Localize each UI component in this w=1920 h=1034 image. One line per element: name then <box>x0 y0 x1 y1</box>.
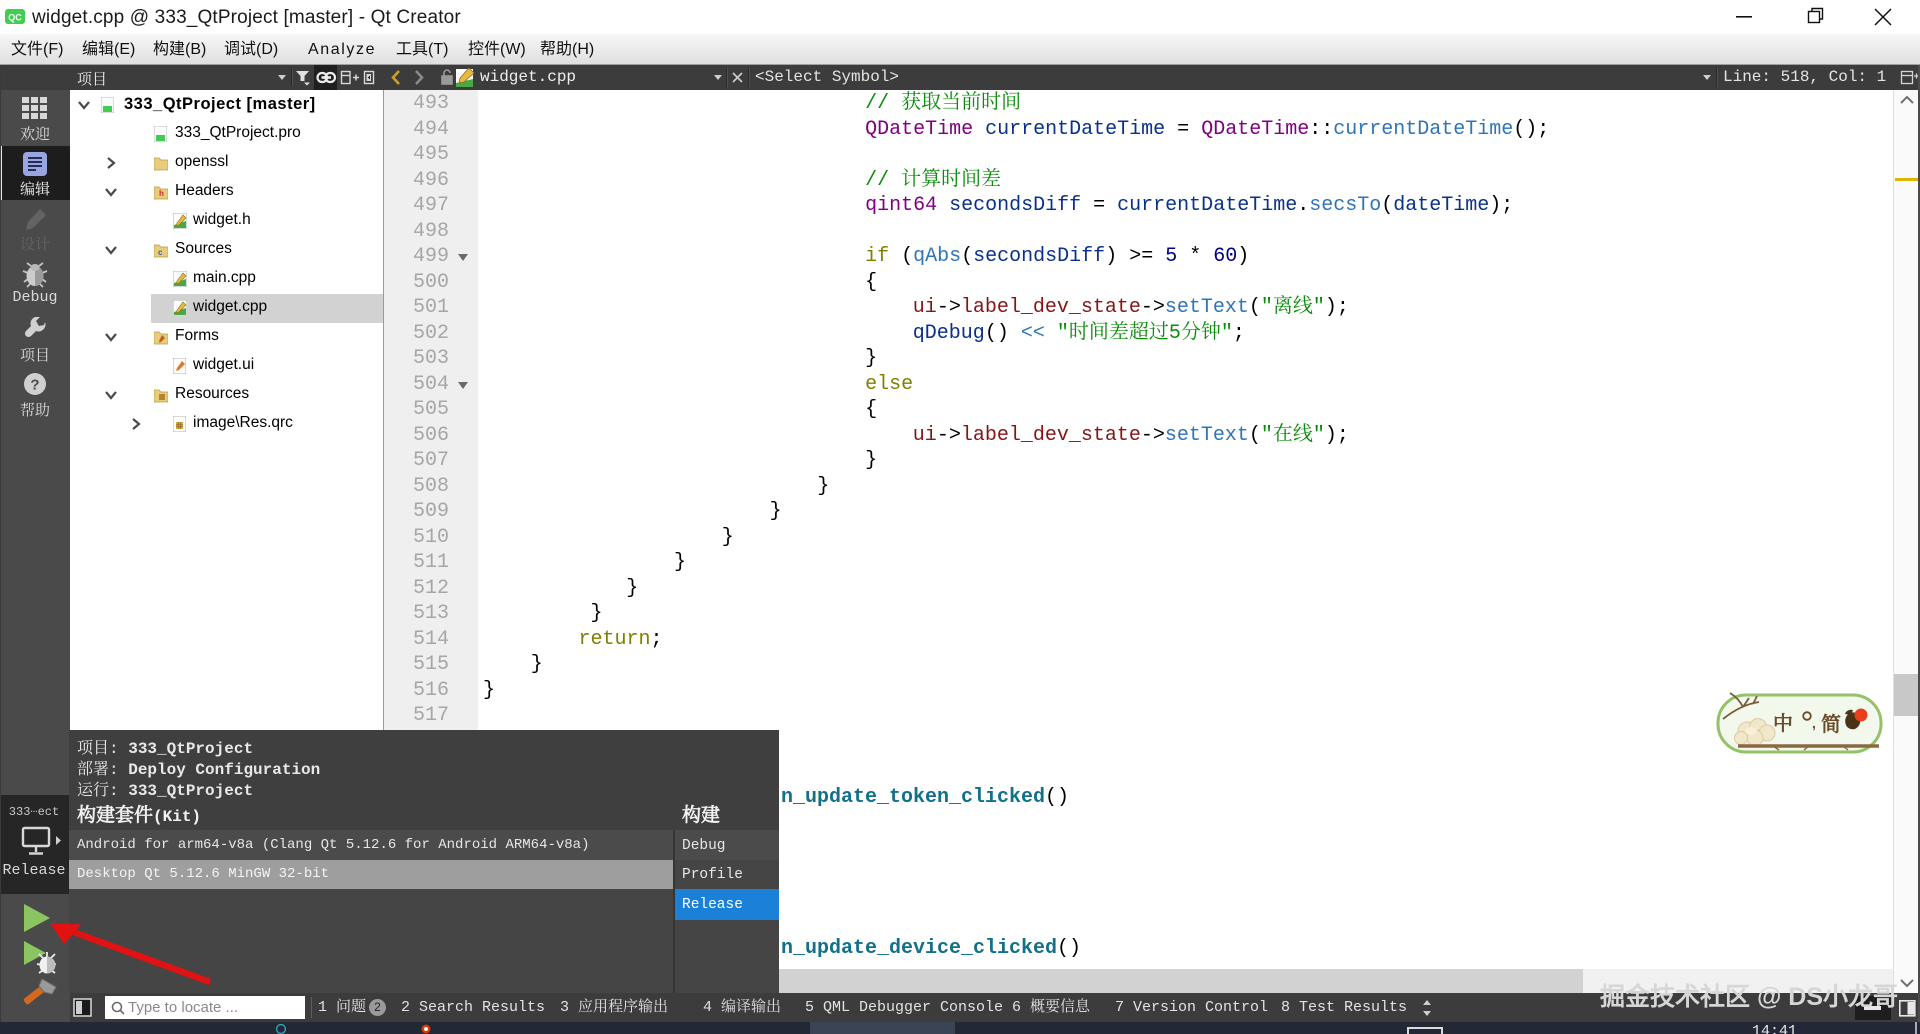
svg-text:简: 简 <box>1821 708 1841 737</box>
svg-text:c: c <box>158 248 163 257</box>
svg-text:?: ? <box>30 377 39 394</box>
svg-text:中: 中 <box>1773 707 1793 736</box>
svg-text:QC: QC <box>8 13 22 23</box>
svg-text:h: h <box>159 189 164 198</box>
svg-text:,: , <box>1812 715 1816 731</box>
